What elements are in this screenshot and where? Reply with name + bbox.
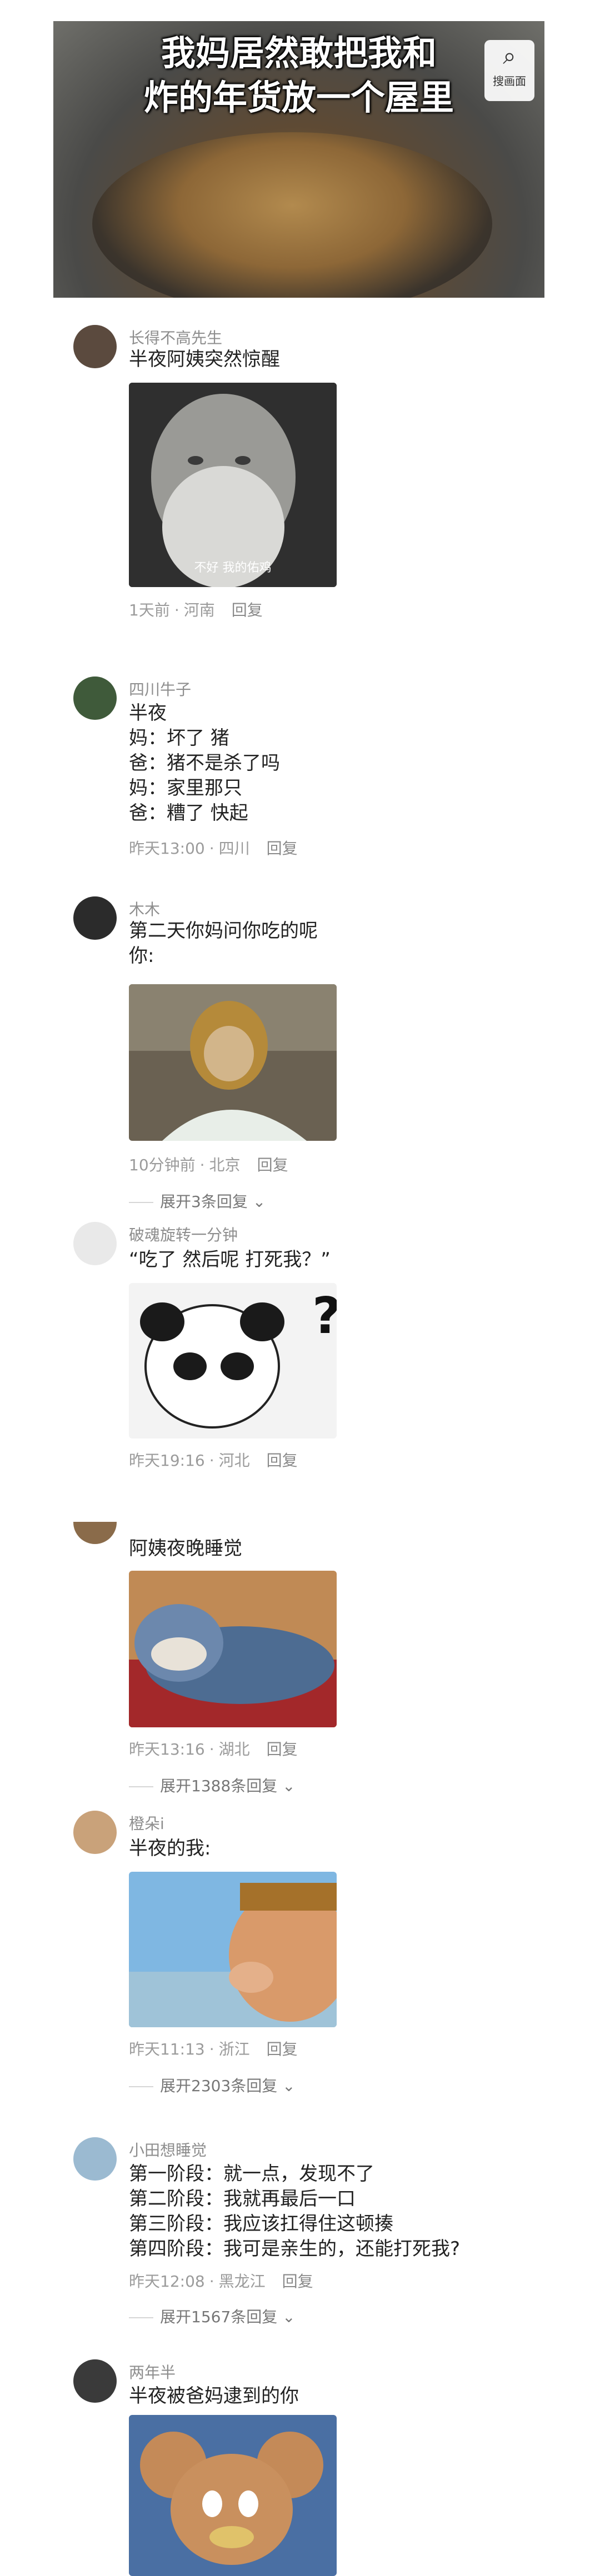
divider: [129, 1202, 153, 1203]
username[interactable]: 破魂旋转一分钟: [129, 1223, 238, 1245]
mouse-meme-picture: [129, 2415, 337, 2576]
comment-meta: 昨天13:16 · 湖北 回复: [129, 1740, 298, 1758]
divider: [129, 2086, 153, 2087]
comment-meta: 10分钟前 · 北京 回复: [129, 1156, 288, 1174]
comment-time: 昨天12:08: [129, 2272, 205, 2291]
comment-location: 湖北: [218, 1740, 250, 1758]
expand-replies-label: 展开3条回复: [160, 1192, 248, 1211]
image-search-icon: ⌕: [503, 42, 516, 69]
reply-button[interactable]: 回复: [257, 1156, 288, 1174]
comment-text-line: 半夜: [129, 702, 167, 724]
avatar[interactable]: [73, 676, 117, 720]
comment-meta: 昨天19:16 · 河北 回复: [129, 1451, 298, 1470]
comment-text-line: 妈：坏了 猪: [129, 727, 229, 749]
reply-button[interactable]: 回复: [267, 1451, 298, 1470]
comment-text-line: 你:: [129, 945, 154, 967]
comment-text-line: 第三阶段：我应该扛得住这顿揍: [129, 2213, 393, 2235]
chevron-down-icon: ⌄: [282, 2077, 296, 2095]
comment-meta: 昨天13:00 · 四川 回复: [129, 839, 298, 858]
comment-text-line: 妈：家里那只: [129, 777, 242, 799]
comment-image[interactable]: [129, 984, 337, 1141]
meme-caption: 不好 我的佑鸡: [194, 561, 272, 575]
chevron-down-icon: ⌄: [282, 2308, 296, 2326]
avatar[interactable]: [73, 325, 117, 368]
expand-replies-label: 展开2303条回复: [160, 2077, 278, 2095]
expand-replies-button[interactable]: 展开3条回复 ⌄: [129, 1190, 266, 1212]
comment-image[interactable]: ?: [129, 1283, 337, 1439]
avatar[interactable]: [73, 2137, 117, 2181]
username[interactable]: 四川牛子: [129, 678, 191, 700]
hero-title-line2: 炸的年货放一个屋里: [143, 77, 454, 118]
comment-location: 黑龙江: [218, 2272, 266, 2291]
comment-image[interactable]: [129, 1872, 337, 2027]
comment-time: 10分钟前: [129, 1156, 196, 1174]
comment-text: 半夜阿姨突然惊醒: [129, 348, 280, 370]
expand-replies-label: 展开1567条回复: [160, 2308, 278, 2326]
divider: [129, 1786, 153, 1787]
comment-time: 昨天13:00: [129, 839, 205, 858]
comment-location: 北京: [209, 1156, 241, 1174]
avatar[interactable]: [73, 1222, 117, 1265]
divider: [129, 2317, 153, 2318]
comment-text-line: 第二天你妈问你吃的呢: [129, 920, 318, 942]
reply-button[interactable]: 回复: [282, 2272, 313, 2291]
username[interactable]: 木木: [129, 898, 160, 920]
old-man-meme-picture: 不好 我的佑鸡: [129, 383, 337, 587]
reply-button[interactable]: 回复: [267, 839, 298, 858]
question-mark-glyph: ?: [312, 1287, 337, 1345]
comment-meta: 昨天12:08 · 黑龙江 回复: [129, 2272, 313, 2291]
avatar[interactable]: [73, 2359, 117, 2403]
comment-text-line: 爸：猪不是杀了吗: [129, 752, 280, 774]
hero-image: 我妈居然敢把我和 炸的年货放一个屋里 ⌕ 搜画面: [53, 21, 544, 298]
comment-meta: 昨天11:13 · 浙江 回复: [129, 2040, 298, 2058]
comment-location: 河北: [218, 1451, 250, 1470]
comment-meta: 1天前 · 河南 回复: [129, 601, 263, 619]
username[interactable]: 两年半: [129, 2361, 176, 2383]
monkey-meme-picture: [129, 984, 337, 1141]
expand-replies-button[interactable]: 展开1567条回复 ⌄: [129, 2305, 296, 2327]
reply-button[interactable]: 回复: [267, 1740, 298, 1758]
comment-text-line: 第一阶段：就一点，发现不了: [129, 2163, 374, 2185]
reply-button[interactable]: 回复: [267, 2040, 298, 2058]
chevron-down-icon: ⌄: [252, 1192, 266, 1211]
avatar[interactable]: [73, 1811, 117, 1854]
comment-image[interactable]: [129, 2415, 337, 2576]
sleeping-cat-meme-picture: [129, 1571, 337, 1727]
avatar[interactable]: [73, 1522, 117, 1544]
search-image-button[interactable]: ⌕ 搜画面: [484, 40, 534, 101]
reply-button[interactable]: 回复: [232, 601, 263, 619]
comment-time: 1天前: [129, 601, 170, 619]
panda-meme-picture: ?: [129, 1283, 337, 1439]
comment-text: “吃了 然后呢 打死我？”: [129, 1249, 331, 1271]
search-image-label: 搜画面: [493, 74, 526, 88]
comment-text-line: 第二阶段：我就再最后一口: [129, 2188, 356, 2210]
username[interactable]: 长得不高先生: [129, 326, 222, 348]
comment-text-line: 第四阶段：我可是亲生的，还能打死我?: [129, 2238, 461, 2260]
comment-location: 河南: [183, 601, 215, 619]
expand-replies-button[interactable]: 展开2303条回复 ⌄: [129, 2074, 296, 2096]
chevron-down-icon: ⌄: [282, 1777, 296, 1795]
comment-location: 四川: [218, 839, 250, 858]
avatar[interactable]: [73, 896, 117, 940]
comment-text: 半夜的我:: [129, 1837, 211, 1860]
username[interactable]: 橙朵i: [129, 1812, 164, 1834]
comment-time: 昨天11:13: [129, 2040, 205, 2058]
comment-location: 浙江: [218, 2040, 250, 2058]
expand-replies-button[interactable]: 展开1388条回复 ⌄: [129, 1774, 296, 1796]
pig-meme-picture: [129, 1872, 337, 2027]
comment-image[interactable]: 不好 我的佑鸡: [129, 383, 337, 587]
comment-time: 昨天19:16: [129, 1451, 205, 1470]
comment-text: 半夜被爸妈逮到的你: [129, 2385, 299, 2407]
username[interactable]: 小田想睡觉: [129, 2138, 207, 2161]
comment-image[interactable]: [129, 1571, 337, 1727]
expand-replies-label: 展开1388条回复: [160, 1777, 278, 1795]
fried-food-pot-picture: [92, 132, 492, 298]
comment-text: 阿姨夜晚睡觉: [129, 1537, 242, 1560]
hero-title-line1: 我妈居然敢把我和: [161, 33, 437, 73]
comment-time: 昨天13:16: [129, 1740, 205, 1758]
comment-text-line: 爸：糟了 快起: [129, 802, 248, 824]
